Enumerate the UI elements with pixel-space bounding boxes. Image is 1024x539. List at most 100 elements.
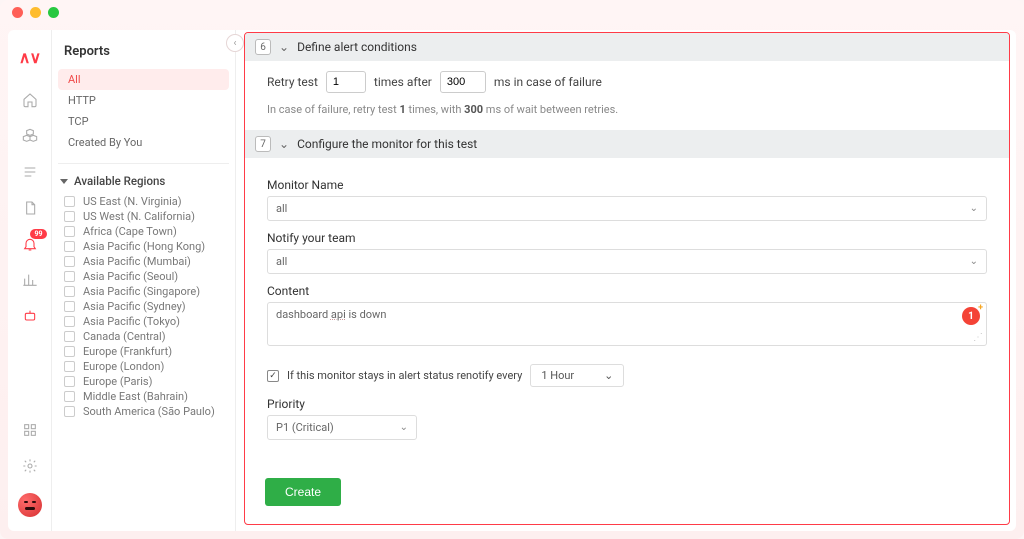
step6-title: Define alert conditions	[297, 40, 417, 54]
gear-icon[interactable]	[21, 457, 39, 475]
retry-post: ms in case of failure	[494, 75, 602, 89]
region-checkbox[interactable]	[64, 346, 75, 357]
home-icon[interactable]	[21, 91, 39, 109]
region-label: Asia Pacific (Mumbai)	[83, 255, 191, 268]
resize-handle-icon[interactable]: ⋰	[973, 332, 983, 343]
region-checkbox[interactable]	[64, 286, 75, 297]
renotify-row: ✓ If this monitor stays in alert status …	[267, 364, 987, 387]
bar-chart-icon[interactable]	[21, 271, 39, 289]
nav-rail: ∧∨ 99	[8, 30, 52, 531]
region-checkbox[interactable]	[64, 256, 75, 267]
filter-tcp[interactable]: TCP	[58, 111, 229, 132]
chevron-down-icon: ⌄	[970, 256, 978, 267]
region-checkbox[interactable]	[64, 301, 75, 312]
region-label: US East (N. Virginia)	[83, 195, 182, 208]
region-checkbox[interactable]	[64, 271, 75, 282]
chevron-down-icon: ⌄	[279, 137, 289, 151]
sidebar: ‹ Reports All HTTP TCP Created By You Av…	[52, 30, 236, 531]
list-icon[interactable]	[21, 163, 39, 181]
region-list: US East (N. Virginia) US West (N. Califor…	[58, 194, 229, 419]
regions-title: Available Regions	[74, 174, 165, 188]
window-titlebar	[0, 0, 1024, 24]
region-checkbox[interactable]	[64, 376, 75, 387]
app-logo: ∧∨	[19, 48, 40, 67]
create-button[interactable]: Create	[265, 478, 341, 506]
region-item[interactable]: US East (N. Virginia)	[58, 194, 229, 209]
region-item[interactable]: Asia Pacific (Seoul)	[58, 269, 229, 284]
region-label: South America (São Paulo)	[83, 405, 215, 418]
notify-label: Notify your team	[267, 231, 987, 245]
region-label: Asia Pacific (Hong Kong)	[83, 240, 205, 253]
step6-number: 6	[255, 39, 271, 55]
region-checkbox[interactable]	[64, 391, 75, 402]
close-window-icon[interactable]	[12, 7, 23, 18]
renotify-interval-select[interactable]: 1 Hour ⌄	[530, 364, 624, 387]
region-checkbox[interactable]	[64, 226, 75, 237]
renotify-label: If this monitor stays in alert status re…	[287, 369, 522, 382]
region-item[interactable]: Asia Pacific (Sydney)	[58, 299, 229, 314]
chevron-down-icon: ⌄	[279, 40, 289, 54]
bell-icon[interactable]: 99	[21, 235, 39, 253]
monitor-name-select[interactable]: all ⌄	[267, 196, 987, 221]
caret-down-icon	[60, 179, 68, 184]
step7-body: Monitor Name all ⌄ Notify your team all …	[245, 158, 1009, 454]
document-icon[interactable]	[21, 199, 39, 217]
region-item[interactable]: Europe (Frankfurt)	[58, 344, 229, 359]
step6-body: Retry test times after ms in case of fai…	[245, 61, 1009, 130]
region-item[interactable]: Asia Pacific (Tokyo)	[58, 314, 229, 329]
step6-header[interactable]: 6 ⌄ Define alert conditions	[245, 33, 1009, 61]
region-label: Africa (Cape Town)	[83, 225, 177, 238]
region-item[interactable]: Asia Pacific (Mumbai)	[58, 254, 229, 269]
region-item[interactable]: Asia Pacific (Hong Kong)	[58, 239, 229, 254]
region-checkbox[interactable]	[64, 241, 75, 252]
region-checkbox[interactable]	[64, 406, 75, 417]
content-textarea[interactable]: dashboard api is down 1 ⋰	[267, 302, 987, 346]
minimize-window-icon[interactable]	[30, 7, 41, 18]
filter-created-by-you[interactable]: Created By You	[58, 132, 229, 153]
notify-value: all	[276, 255, 287, 268]
priority-select[interactable]: P1 (Critical) ⌄	[267, 415, 417, 440]
region-item[interactable]: US West (N. California)	[58, 209, 229, 224]
region-item[interactable]: Africa (Cape Town)	[58, 224, 229, 239]
region-checkbox[interactable]	[64, 316, 75, 327]
filter-all[interactable]: All	[58, 69, 229, 90]
region-label: Europe (Frankfurt)	[83, 345, 172, 358]
retry-wait-input[interactable]	[440, 71, 486, 93]
region-item[interactable]: Asia Pacific (Singapore)	[58, 284, 229, 299]
renotify-value: 1 Hour	[541, 369, 574, 382]
filter-http[interactable]: HTTP	[58, 90, 229, 111]
renotify-checkbox[interactable]: ✓	[267, 370, 279, 382]
region-checkbox[interactable]	[64, 196, 75, 207]
region-item[interactable]: Europe (London)	[58, 359, 229, 374]
retry-count-input[interactable]	[326, 71, 366, 93]
apps-icon[interactable]	[21, 421, 39, 439]
step7-title: Configure the monitor for this test	[297, 137, 477, 151]
notify-select[interactable]: all ⌄	[267, 249, 987, 274]
retry-mid: times after	[374, 75, 432, 89]
region-label: Asia Pacific (Tokyo)	[83, 315, 180, 328]
region-label: Middle East (Bahrain)	[83, 390, 188, 403]
region-label: Europe (Paris)	[83, 375, 152, 388]
bell-badge: 99	[30, 229, 46, 239]
region-item[interactable]: Europe (Paris)	[58, 374, 229, 389]
region-label: US West (N. California)	[83, 210, 195, 223]
sidebar-title: Reports	[58, 40, 229, 69]
maximize-window-icon[interactable]	[48, 7, 59, 18]
region-item[interactable]: South America (São Paulo)	[58, 404, 229, 419]
regions-header[interactable]: Available Regions	[58, 163, 229, 194]
step7-header[interactable]: 7 ⌄ Configure the monitor for this test	[245, 130, 1009, 158]
retry-helptext: In case of failure, retry test 1 times, …	[267, 103, 987, 116]
region-label: Europe (London)	[83, 360, 164, 373]
chevron-down-icon: ⌄	[400, 422, 408, 433]
region-checkbox[interactable]	[64, 331, 75, 342]
region-item[interactable]: Canada (Central)	[58, 329, 229, 344]
main: 6 ⌄ Define alert conditions Retry test t…	[236, 30, 1016, 531]
honeycomb-icon[interactable]	[21, 127, 39, 145]
region-checkbox[interactable]	[64, 361, 75, 372]
region-checkbox[interactable]	[64, 211, 75, 222]
filter-list: All HTTP TCP Created By You	[58, 69, 229, 153]
region-item[interactable]: Middle East (Bahrain)	[58, 389, 229, 404]
avatar[interactable]	[18, 493, 42, 517]
bot-icon[interactable]	[21, 307, 39, 325]
content-label: Content	[267, 284, 987, 298]
